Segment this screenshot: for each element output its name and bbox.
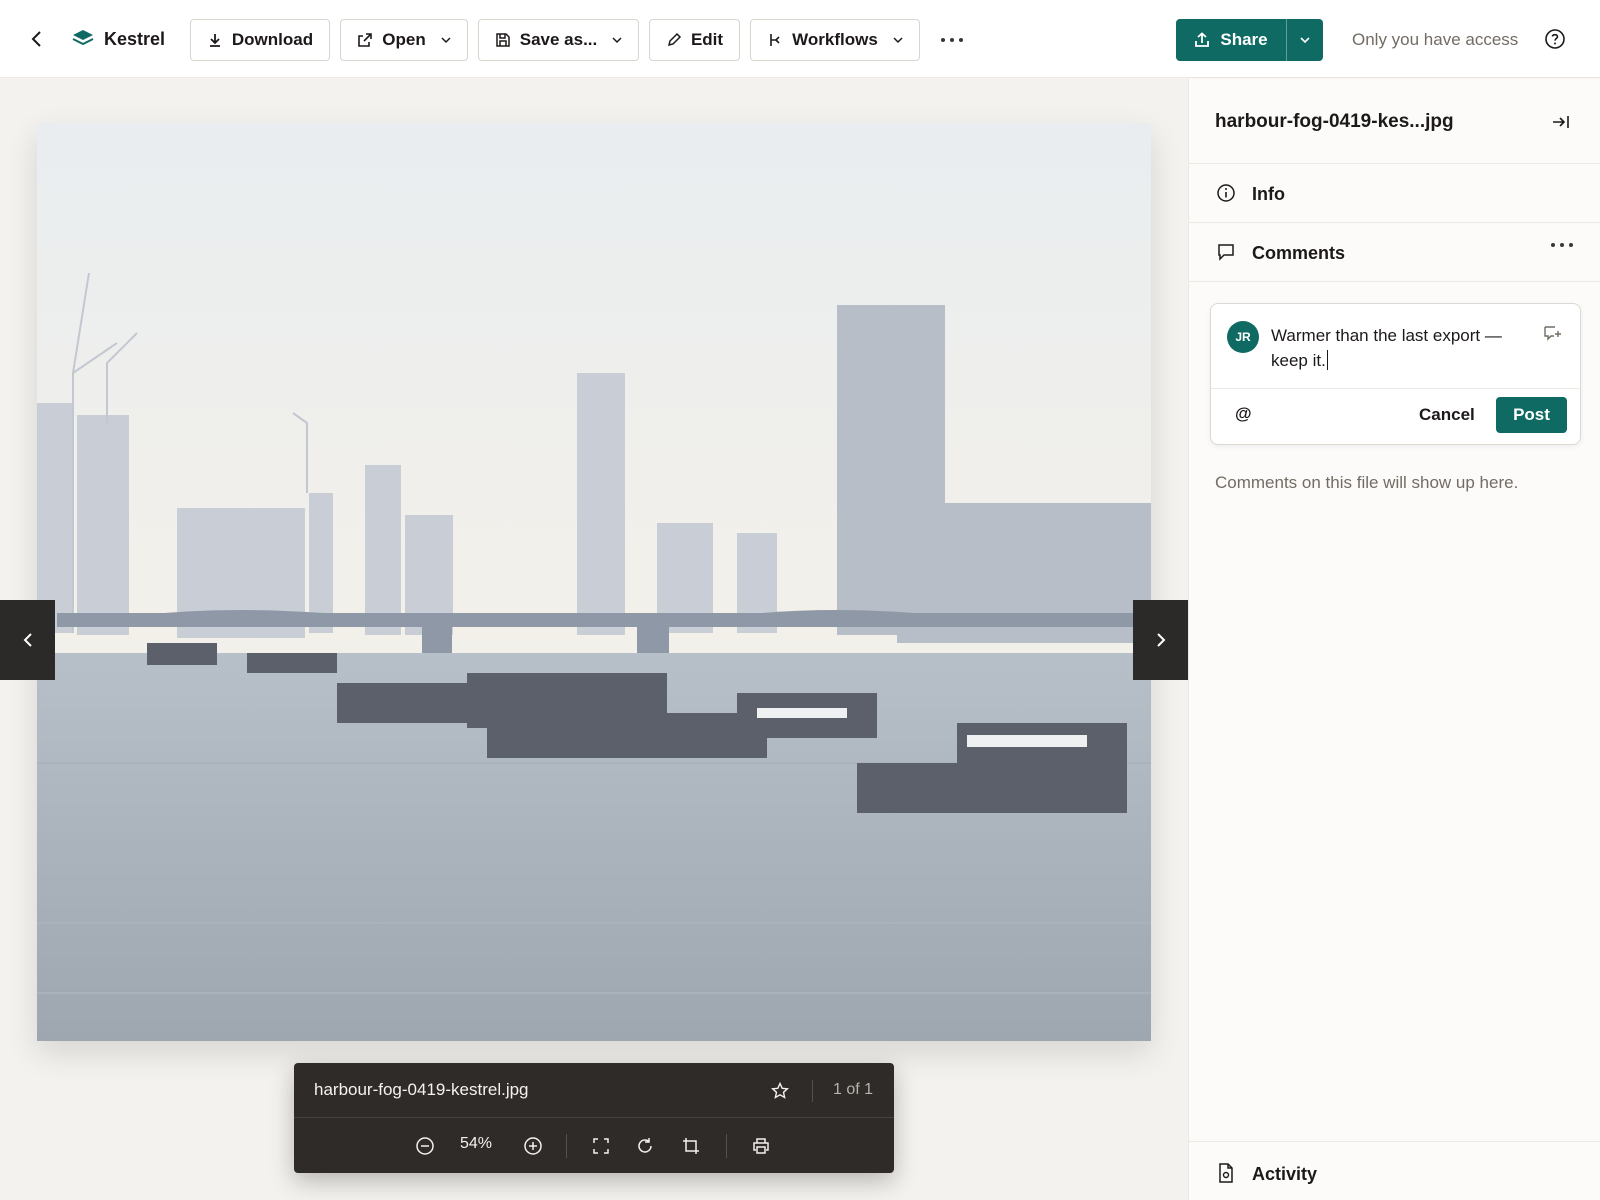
zoom-in-button[interactable] [520,1133,546,1159]
info-section[interactable]: Info [1189,164,1600,223]
viewer-filename: harbour-fog-0419-kestrel.jpg [314,1080,529,1099]
cancel-button[interactable]: Cancel [1411,397,1483,433]
comment-icon [1218,244,1234,261]
chevron-down-icon [893,36,903,43]
app-brand[interactable]: Kestrel [72,26,165,52]
pencil-icon [667,32,681,47]
dot-icon [941,38,945,42]
zoom-out-button[interactable] [412,1133,438,1159]
previous-image-button[interactable] [0,600,55,680]
dot-icon [1551,243,1555,247]
crop-button[interactable] [678,1133,704,1159]
fullscreen-button[interactable] [588,1133,614,1159]
share-button[interactable]: Share [1176,19,1286,61]
open-button[interactable]: Open [340,19,468,61]
zoom-out-icon [416,1137,434,1155]
divider [812,1080,813,1102]
post-button[interactable]: Post [1496,397,1567,433]
annotate-comment-icon [1544,326,1561,341]
comments-empty-note: Comments on this file will show up here. [1215,473,1519,492]
share-options-dropdown[interactable] [1286,19,1323,61]
save-as-button[interactable]: Save as... [478,19,639,61]
app-name: Kestrel [104,28,166,49]
info-icon [1217,184,1235,202]
access-status[interactable]: Only you have access [1352,30,1518,50]
avatar: JR [1227,321,1259,353]
viewer-control-bar: harbour-fog-0419-kestrel.jpg 1 of 1 54% [294,1063,894,1173]
dot-icon [1569,243,1573,247]
download-icon [209,34,220,47]
download-button[interactable]: Download [190,19,330,61]
divider [726,1134,727,1158]
activity-section[interactable]: Activity [1189,1141,1600,1200]
comments-section[interactable]: Comments [1189,223,1600,282]
dot-icon [959,38,963,42]
chevron-down-icon [441,36,451,43]
comments-label: Comments [1252,243,1346,263]
harbour-photo-illustration [37,123,1151,1041]
help-button[interactable] [1542,26,1568,52]
activity-label: Activity [1252,1164,1318,1184]
zoom-level[interactable]: 54% [460,1135,492,1153]
external-link-icon [358,33,373,47]
save-icon [495,33,510,47]
page-indicator: 1 of 1 [833,1081,874,1098]
crop-icon [683,1138,699,1154]
question-circle-icon [1545,29,1565,49]
comment-composer: JR Warmer than the last export — keep it… [1210,303,1581,445]
next-image-button[interactable] [1133,600,1188,680]
activity-document-icon [1219,1163,1233,1183]
info-label: Info [1252,184,1285,204]
dot-icon [950,38,954,42]
top-toolbar: Kestrel Download Open Save as... Edit Wo… [0,0,1600,78]
panel-file-title: harbour-fog-0419-kes...jpg [1215,111,1454,132]
rotate-button[interactable] [632,1133,658,1159]
chevron-left-icon [23,633,32,647]
zoom-in-icon [524,1137,542,1155]
back-button[interactable] [22,24,52,54]
comment-input[interactable]: Warmer than the last export — keep it. [1271,323,1533,373]
comments-more-button[interactable] [1551,243,1573,247]
chevron-left-icon [31,31,41,47]
collapse-panel-button[interactable] [1548,109,1574,135]
rotate-icon [638,1138,652,1153]
share-button-group: Share [1176,19,1323,61]
workflows-button[interactable]: Workflows [750,19,920,61]
fullscreen-icon [593,1138,609,1154]
photo-preview[interactable] [37,123,1151,1041]
mention-button[interactable]: @ [1235,404,1252,424]
chevron-right-icon [1156,633,1165,647]
chevron-down-icon [612,36,622,43]
side-panel: harbour-fog-0419-kes...jpg Info Comments… [1188,79,1600,1200]
workflow-branch-icon [770,34,780,46]
star-icon [771,1082,789,1099]
printer-icon [753,1138,769,1154]
edit-button[interactable]: Edit [649,19,740,61]
dot-icon [1560,243,1564,247]
chevron-down-icon [1300,36,1310,43]
star-button[interactable] [768,1079,792,1103]
collapse-right-icon [1553,116,1569,128]
upload-share-icon [1195,32,1210,47]
divider [566,1134,567,1158]
divider [1211,388,1580,389]
kestrel-logo-icon [72,30,94,46]
image-viewer: harbour-fog-0419-kestrel.jpg 1 of 1 54% [0,79,1188,1200]
print-button[interactable] [748,1133,774,1159]
text-caret [1326,350,1328,370]
annotate-button[interactable] [1541,322,1565,346]
more-options-button[interactable] [934,28,970,52]
